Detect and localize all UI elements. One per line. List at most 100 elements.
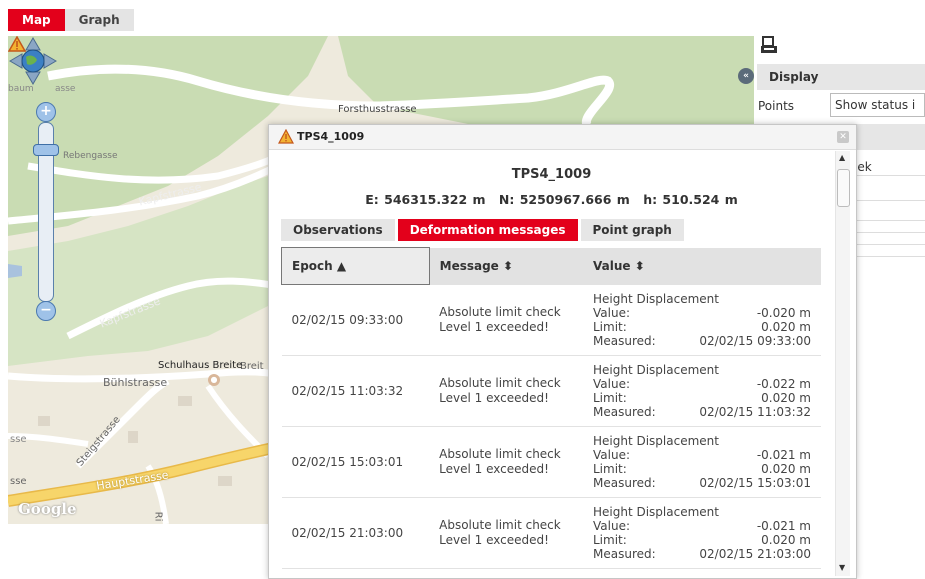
limit-number: 0.020 m xyxy=(761,391,811,405)
cell-epoch: 02/02/15 21:03:00 xyxy=(281,497,430,569)
street-label: Ri xyxy=(152,511,164,522)
value-number: -0.021 m xyxy=(756,448,811,462)
street-label: Breit xyxy=(240,361,264,372)
column-header-value[interactable]: Value ⬍ xyxy=(583,247,821,285)
google-logo: Google xyxy=(18,500,77,518)
street-label: Forsthusstrasse xyxy=(338,104,417,115)
measured-time: 02/02/15 15:03:01 xyxy=(699,476,811,490)
value-number: -0.021 m xyxy=(756,519,811,533)
print-icon[interactable] xyxy=(760,36,780,56)
table-header-row: Epoch ▲ Message ⬍ Value ⬍ xyxy=(281,247,821,285)
limit-number: 0.020 m xyxy=(761,533,811,547)
messages-table: Epoch ▲ Message ⬍ Value ⬍ 02/02/15 09:33… xyxy=(281,247,821,569)
cell-epoch: 02/02/15 09:33:00 xyxy=(281,284,430,356)
value-kind: Height Displacement xyxy=(593,434,719,448)
point-name: TPS4_1009 xyxy=(511,167,592,182)
panel-divider xyxy=(850,256,925,257)
cell-message: Absolute limit check Level 1 exceeded! xyxy=(429,426,583,498)
column-header-epoch[interactable]: Epoch ▲ xyxy=(281,247,430,285)
warning-marker-icon[interactable] xyxy=(8,36,26,52)
point-info-popup: TPS4_1009 ✕ TPS4_1009 E: 546315.322 m N:… xyxy=(268,124,857,579)
tab-deformation-messages[interactable]: Deformation messages xyxy=(397,219,578,241)
value-label: Value: xyxy=(593,305,630,320)
scroll-up-icon[interactable]: ▲ xyxy=(839,153,845,162)
panel-display-header: Display xyxy=(757,64,925,90)
tab-graph[interactable]: Graph xyxy=(64,9,134,31)
close-icon[interactable]: ✕ xyxy=(837,131,849,143)
street-label: sse xyxy=(10,476,27,487)
collapse-panel-button[interactable]: « xyxy=(738,68,754,84)
measured-time: 02/02/15 11:03:32 xyxy=(699,405,811,419)
message-line: Level 1 exceeded! xyxy=(439,319,549,334)
poi-icon: ● xyxy=(208,374,220,386)
panel-divider xyxy=(850,220,925,221)
limit-label: Limit: xyxy=(593,391,627,405)
message-line: Absolute limit check xyxy=(439,518,561,532)
limit-number: 0.020 m xyxy=(761,319,811,334)
measured-label: Measured: xyxy=(593,333,656,348)
measured-label: Measured: xyxy=(593,547,656,561)
zoom-in-button[interactable]: + xyxy=(36,102,56,122)
value-kind: Height Displacement xyxy=(593,291,719,306)
value-kind: Height Displacement xyxy=(593,363,719,377)
value-number: -0.022 m xyxy=(756,377,811,391)
value-label: Value: xyxy=(593,377,630,391)
poi-label: Schulhaus Breite xyxy=(158,360,243,371)
zoom-slider-handle[interactable] xyxy=(33,144,59,156)
cell-message: Absolute limit check Level 1 exceeded! xyxy=(429,497,583,569)
limit-number: 0.020 m xyxy=(761,462,811,476)
warning-icon xyxy=(278,129,294,144)
column-header-message[interactable]: Message ⬍ xyxy=(429,247,583,285)
value-number: -0.020 m xyxy=(756,305,811,320)
coord-e: E: 546315.322 m xyxy=(365,192,486,207)
table-row[interactable]: 02/02/15 09:33:00 Absolute limit check L… xyxy=(281,284,821,356)
message-line: Level 1 exceeded! xyxy=(439,391,549,405)
measured-time: 02/02/15 21:03:00 xyxy=(699,547,811,561)
measured-time: 02/02/15 09:33:00 xyxy=(699,333,811,348)
coord-n: N: 5250967.666 m xyxy=(498,192,630,207)
table-row[interactable]: 02/02/15 15:03:01 Absolute limit check L… xyxy=(281,426,821,498)
scrollbar-thumb[interactable] xyxy=(837,169,850,207)
popup-title: TPS4_1009 xyxy=(297,130,365,143)
cell-epoch: 02/02/15 11:03:32 xyxy=(281,355,430,427)
table-row[interactable]: 02/02/15 11:03:32 Absolute limit check L… xyxy=(281,355,821,427)
top-tab-bar: Map Graph xyxy=(8,9,134,31)
limit-label: Limit: xyxy=(593,319,627,334)
table-row[interactable]: 02/02/15 21:03:00 Absolute limit check L… xyxy=(281,497,821,569)
street-label: Bühlstrasse xyxy=(103,376,168,389)
cell-value: Height Displacement Value: -0.021 m Limit… xyxy=(583,497,821,569)
street-label: sse xyxy=(10,434,27,445)
scroll-down-icon[interactable]: ▼ xyxy=(839,563,845,572)
message-line: Absolute limit check xyxy=(439,304,561,319)
value-label: Value: xyxy=(593,448,630,462)
popup-scrollbar[interactable]: ▲ ▼ xyxy=(835,151,850,576)
points-label: Points xyxy=(758,99,795,113)
street-label: Rebengasse xyxy=(63,151,118,161)
zoom-out-button[interactable]: − xyxy=(36,301,56,321)
message-line: Level 1 exceeded! xyxy=(439,462,549,476)
cell-epoch: 02/02/15 15:03:01 xyxy=(281,426,430,498)
cell-value: Height Displacement Value: -0.021 m Limit… xyxy=(583,426,821,498)
cell-value: Height Displacement Value: -0.022 m Limit… xyxy=(583,355,821,427)
measured-label: Measured: xyxy=(593,476,656,490)
popup-tabs: Observations Deformation messages Point … xyxy=(281,219,687,241)
messages-table-container[interactable]: Epoch ▲ Message ⬍ Value ⬍ 02/02/15 09:33… xyxy=(281,247,829,578)
message-line: Level 1 exceeded! xyxy=(439,533,549,547)
panel-divider xyxy=(850,175,925,176)
tab-point-graph[interactable]: Point graph xyxy=(580,219,684,241)
panel-divider xyxy=(850,200,925,201)
cell-value: Height Displacement Value: -0.020 m Limit… xyxy=(583,284,821,356)
point-coordinates: E: 546315.322 m N: 5250967.666 m h: 510.… xyxy=(269,192,834,207)
tab-map[interactable]: Map xyxy=(8,9,65,31)
popup-titlebar[interactable]: TPS4_1009 ✕ xyxy=(269,125,856,150)
street-label: asse xyxy=(55,84,76,94)
cell-message: Absolute limit check Level 1 exceeded! xyxy=(429,355,583,427)
message-line: Absolute limit check xyxy=(439,447,561,461)
cell-message: Absolute limit check Level 1 exceeded! xyxy=(429,284,583,356)
measured-label: Measured: xyxy=(593,405,656,419)
message-line: Absolute limit check xyxy=(439,376,561,390)
points-display-select[interactable]: Show status i xyxy=(830,93,925,117)
limit-label: Limit: xyxy=(593,533,627,547)
tab-observations[interactable]: Observations xyxy=(281,219,395,241)
limit-label: Limit: xyxy=(593,462,627,476)
